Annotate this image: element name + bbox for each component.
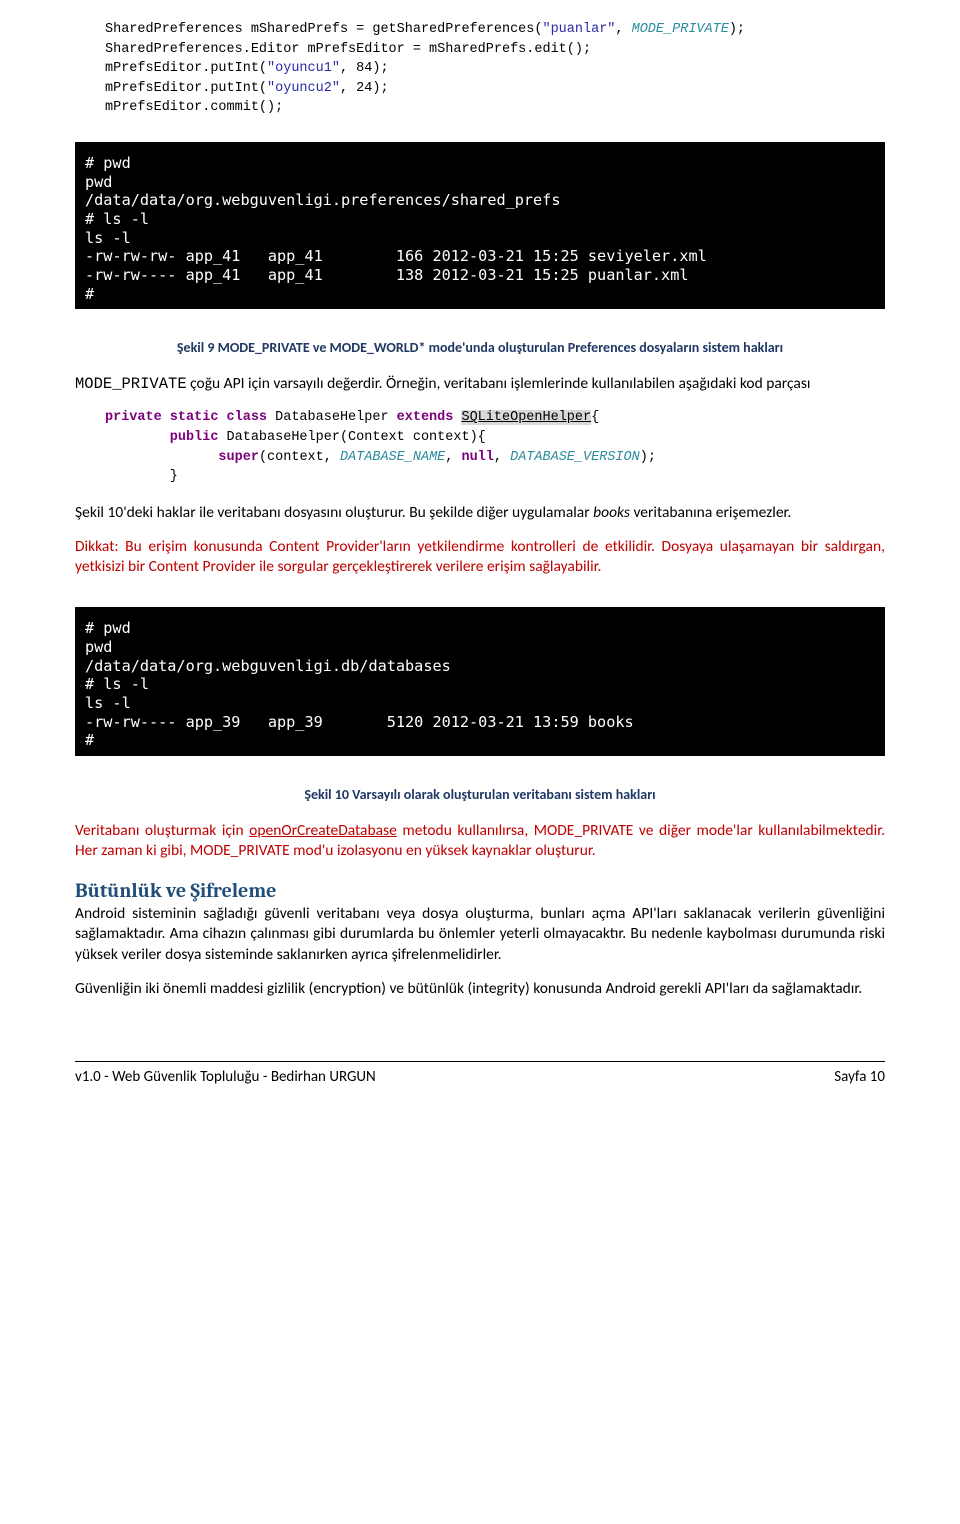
- figure-caption-10: Şekil 10 Varsayılı olarak oluşturulan ve…: [75, 786, 885, 803]
- code-block-db: private static class DatabaseHelper exte…: [75, 408, 885, 486]
- code-line: SharedPreferences.Editor mPrefsEditor = …: [105, 42, 591, 57]
- footer-left: v1.0 - Web Güvenlik Topluluğu - Bedirhan…: [75, 1068, 376, 1086]
- figure-caption-9: Şekil 9 MODE_PRIVATE ve MODE_WORLD* mode…: [75, 339, 885, 356]
- code-line: SharedPreferences mSharedPrefs = getShar…: [105, 22, 745, 37]
- footer-right: Sayfa 10: [834, 1068, 885, 1086]
- code-line: super(context, DATABASE_NAME, null, DATA…: [105, 450, 656, 465]
- paragraph: Android sisteminin sağladığı güvenli ver…: [75, 904, 885, 964]
- paragraph: Şekil 10'deki haklar ile veritabanı dosy…: [75, 503, 885, 523]
- paragraph: Güvenliğin iki önemli maddesi gizlilik (…: [75, 979, 885, 999]
- terminal-output-2: # pwd pwd /data/data/org.webguvenligi.db…: [75, 607, 885, 756]
- code-line: mPrefsEditor.putInt("oyuncu1", 84);: [105, 61, 389, 76]
- code-line: private static class DatabaseHelper exte…: [105, 410, 599, 425]
- section-heading: Bütünlük ve Şifreleme: [75, 879, 885, 902]
- inline-code: MODE_PRIVATE: [75, 375, 187, 393]
- code-block-prefs: SharedPreferences mSharedPrefs = getShar…: [75, 20, 885, 118]
- warning-paragraph: Dikkat: Bu erişim konusunda Content Prov…: [75, 537, 885, 577]
- code-line: public DatabaseHelper(Context context){: [105, 430, 486, 445]
- terminal-output-1: # pwd pwd /data/data/org.webguvenligi.pr…: [75, 142, 885, 310]
- code-line: mPrefsEditor.putInt("oyuncu2", 24);: [105, 81, 389, 96]
- paragraph: Veritabanı oluşturmak için openOrCreateD…: [75, 821, 885, 861]
- paragraph: MODE_PRIVATE çoğu API için varsayılı değ…: [75, 374, 885, 394]
- code-line: }: [105, 469, 178, 484]
- code-line: mPrefsEditor.commit();: [105, 100, 283, 115]
- page-footer: v1.0 - Web Güvenlik Topluluğu - Bedirhan…: [75, 1061, 885, 1086]
